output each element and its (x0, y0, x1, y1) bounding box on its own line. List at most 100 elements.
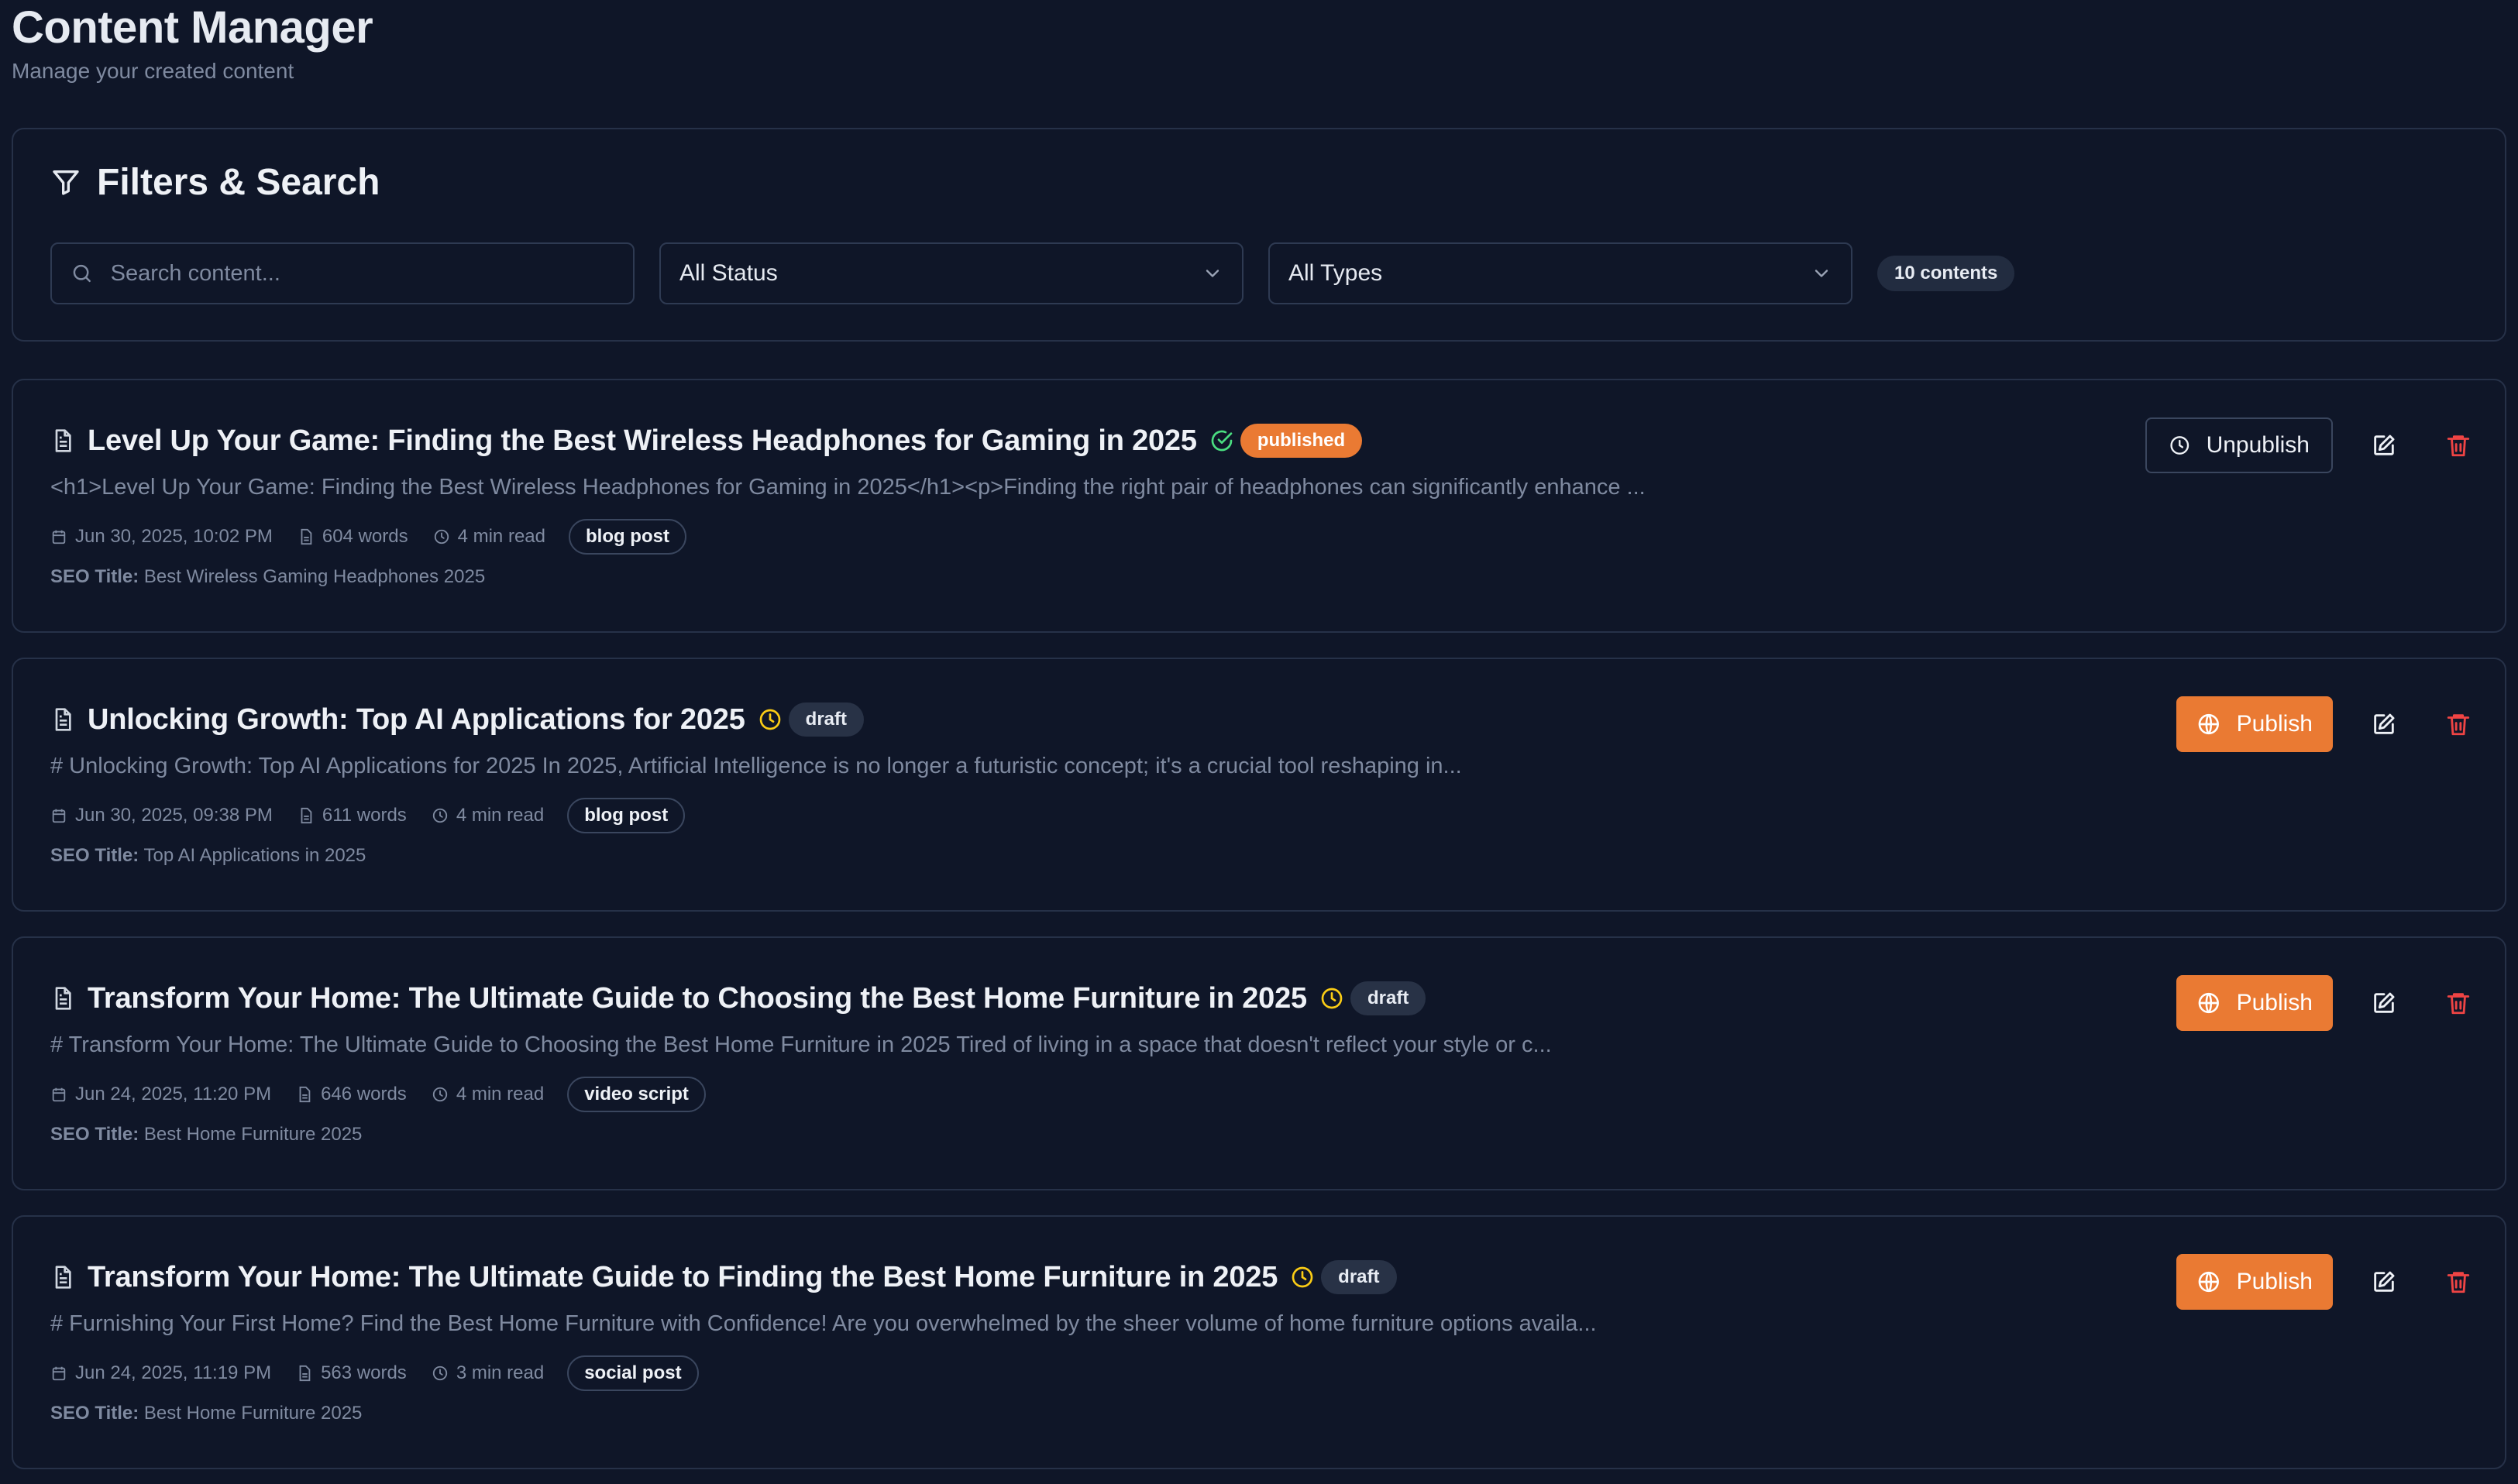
page-subtitle: Manage your created content (12, 59, 294, 83)
content-read-time: 4 min read (456, 805, 545, 826)
chevron-down-icon (1815, 270, 1828, 277)
unpublish-button[interactable]: Unpublish (2145, 417, 2333, 473)
clock-icon (1321, 988, 1343, 1009)
chevron-down-icon (1206, 270, 1219, 277)
seo-title-value: Top AI Applications in 2025 (143, 845, 366, 866)
seo-title-label: SEO Title: (50, 845, 139, 866)
edit-icon (2374, 435, 2395, 455)
calendar-icon (52, 1366, 66, 1381)
content-excerpt: # Furnishing Your First Home? Find the B… (50, 1311, 1597, 1336)
seo-title-value: Best Home Furniture 2025 (143, 1403, 363, 1424)
globe-icon (2198, 713, 2219, 735)
content-word-count: 604 words (322, 526, 408, 547)
content-title[interactable]: Unlocking Growth: Top AI Applications fo… (88, 703, 745, 737)
content-word-count: 646 words (321, 1084, 407, 1104)
document-icon (301, 807, 312, 824)
seo-title: SEO Title: Top AI Applications in 2025 (50, 845, 2468, 867)
content-title[interactable]: Transform Your Home: The Ultimate Guide … (88, 982, 1307, 1015)
seo-title: SEO Title: Best Wireless Gaming Headphon… (50, 566, 2468, 588)
edit-icon (2374, 1271, 2395, 1292)
content-item: Transform Your Home: The Ultimate Guide … (12, 1215, 2506, 1469)
status-badge: draft (1350, 981, 1426, 1015)
content-type-tag: blog post (567, 798, 686, 833)
document-icon (55, 708, 71, 731)
edit-button[interactable] (2361, 701, 2407, 747)
page-title: Content Manager (12, 2, 373, 53)
content-date: Jun 24, 2025, 11:19 PM (75, 1362, 272, 1383)
content-title[interactable]: Level Up Your Game: Finding the Best Wir… (88, 424, 1197, 458)
content-excerpt: # Transform Your Home: The Ultimate Guid… (50, 1032, 1552, 1057)
globe-icon (2198, 992, 2219, 1014)
trash-icon (2447, 714, 2470, 736)
publish-button[interactable]: Publish (2176, 696, 2333, 752)
content-item: Unlocking Growth: Top AI Applications fo… (12, 658, 2506, 912)
status-badge: published (1240, 424, 1363, 458)
clock-icon (434, 529, 449, 544)
publish-label: Publish (2236, 990, 2313, 1015)
content-read-time: 4 min read (456, 1084, 545, 1104)
status-select-value: All Status (679, 260, 778, 286)
calendar-icon (52, 530, 66, 544)
delete-button[interactable] (2435, 980, 2482, 1026)
content-read-time: 3 min read (456, 1362, 545, 1383)
type-select[interactable]: All Types (1268, 242, 1852, 304)
content-read-time: 4 min read (457, 526, 545, 547)
edit-icon (2374, 992, 2395, 1013)
document-icon (301, 528, 312, 545)
filter-icon (53, 170, 79, 195)
check-circle-icon (1211, 430, 1233, 452)
publish-label: Publish (2236, 711, 2313, 737)
content-date: Jun 30, 2025, 09:38 PM (75, 805, 273, 826)
clock-icon (432, 808, 447, 823)
publish-button[interactable]: Publish (2176, 975, 2333, 1031)
seo-title-label: SEO Title: (50, 566, 139, 587)
document-icon (55, 987, 71, 1010)
seo-title-value: Best Home Furniture 2025 (143, 1124, 363, 1145)
seo-title-label: SEO Title: (50, 1403, 139, 1424)
calendar-icon (52, 809, 66, 823)
content-manager-page: Content Manager Manage your created cont… (0, 0, 2518, 1484)
content-title[interactable]: Transform Your Home: The Ultimate Guide … (88, 1261, 1278, 1294)
seo-title-label: SEO Title: (50, 1124, 139, 1145)
edit-button[interactable] (2361, 1259, 2407, 1305)
delete-button[interactable] (2435, 1259, 2482, 1305)
filters-panel: Filters & Search All Status All Types 10… (12, 128, 2506, 342)
clock-icon (432, 1365, 447, 1381)
seo-title: SEO Title: Best Home Furniture 2025 (50, 1124, 2468, 1146)
seo-title-value: Best Wireless Gaming Headphones 2025 (143, 566, 486, 587)
content-type-tag: social post (567, 1355, 699, 1391)
content-type-tag: video script (567, 1077, 706, 1112)
publish-label: Publish (2236, 1269, 2313, 1294)
trash-icon (2447, 1272, 2470, 1293)
content-word-count: 611 words (322, 805, 407, 826)
globe-icon (2198, 1271, 2219, 1293)
content-word-count: 563 words (321, 1362, 407, 1383)
content-type-tag: blog post (568, 519, 686, 555)
content-excerpt: # Unlocking Growth: Top AI Applications … (50, 754, 1462, 778)
filters-title: Filters & Search (97, 161, 380, 203)
status-badge: draft (788, 702, 865, 737)
search-input[interactable] (110, 260, 614, 287)
edit-button[interactable] (2361, 422, 2407, 469)
document-icon (299, 1086, 311, 1103)
delete-button[interactable] (2435, 701, 2482, 747)
search-field[interactable] (50, 242, 635, 304)
search-icon (73, 264, 91, 283)
clock-icon (2170, 436, 2189, 455)
publish-button[interactable]: Publish (2176, 1254, 2333, 1310)
edit-icon (2374, 713, 2395, 734)
clock-icon (432, 1087, 447, 1102)
status-select[interactable]: All Status (659, 242, 1244, 304)
unpublish-label: Unpublish (2206, 432, 2310, 458)
document-icon (299, 1365, 311, 1382)
content-count-badge: 10 contents (1877, 256, 2015, 291)
type-select-value: All Types (1288, 260, 1383, 286)
delete-button[interactable] (2435, 422, 2482, 469)
status-badge: draft (1321, 1260, 1397, 1294)
document-icon (55, 429, 71, 452)
clock-icon (759, 709, 781, 730)
content-item: Level Up Your Game: Finding the Best Wir… (12, 379, 2506, 633)
content-date: Jun 24, 2025, 11:20 PM (75, 1084, 272, 1104)
clock-icon (1292, 1266, 1313, 1288)
edit-button[interactable] (2361, 980, 2407, 1026)
